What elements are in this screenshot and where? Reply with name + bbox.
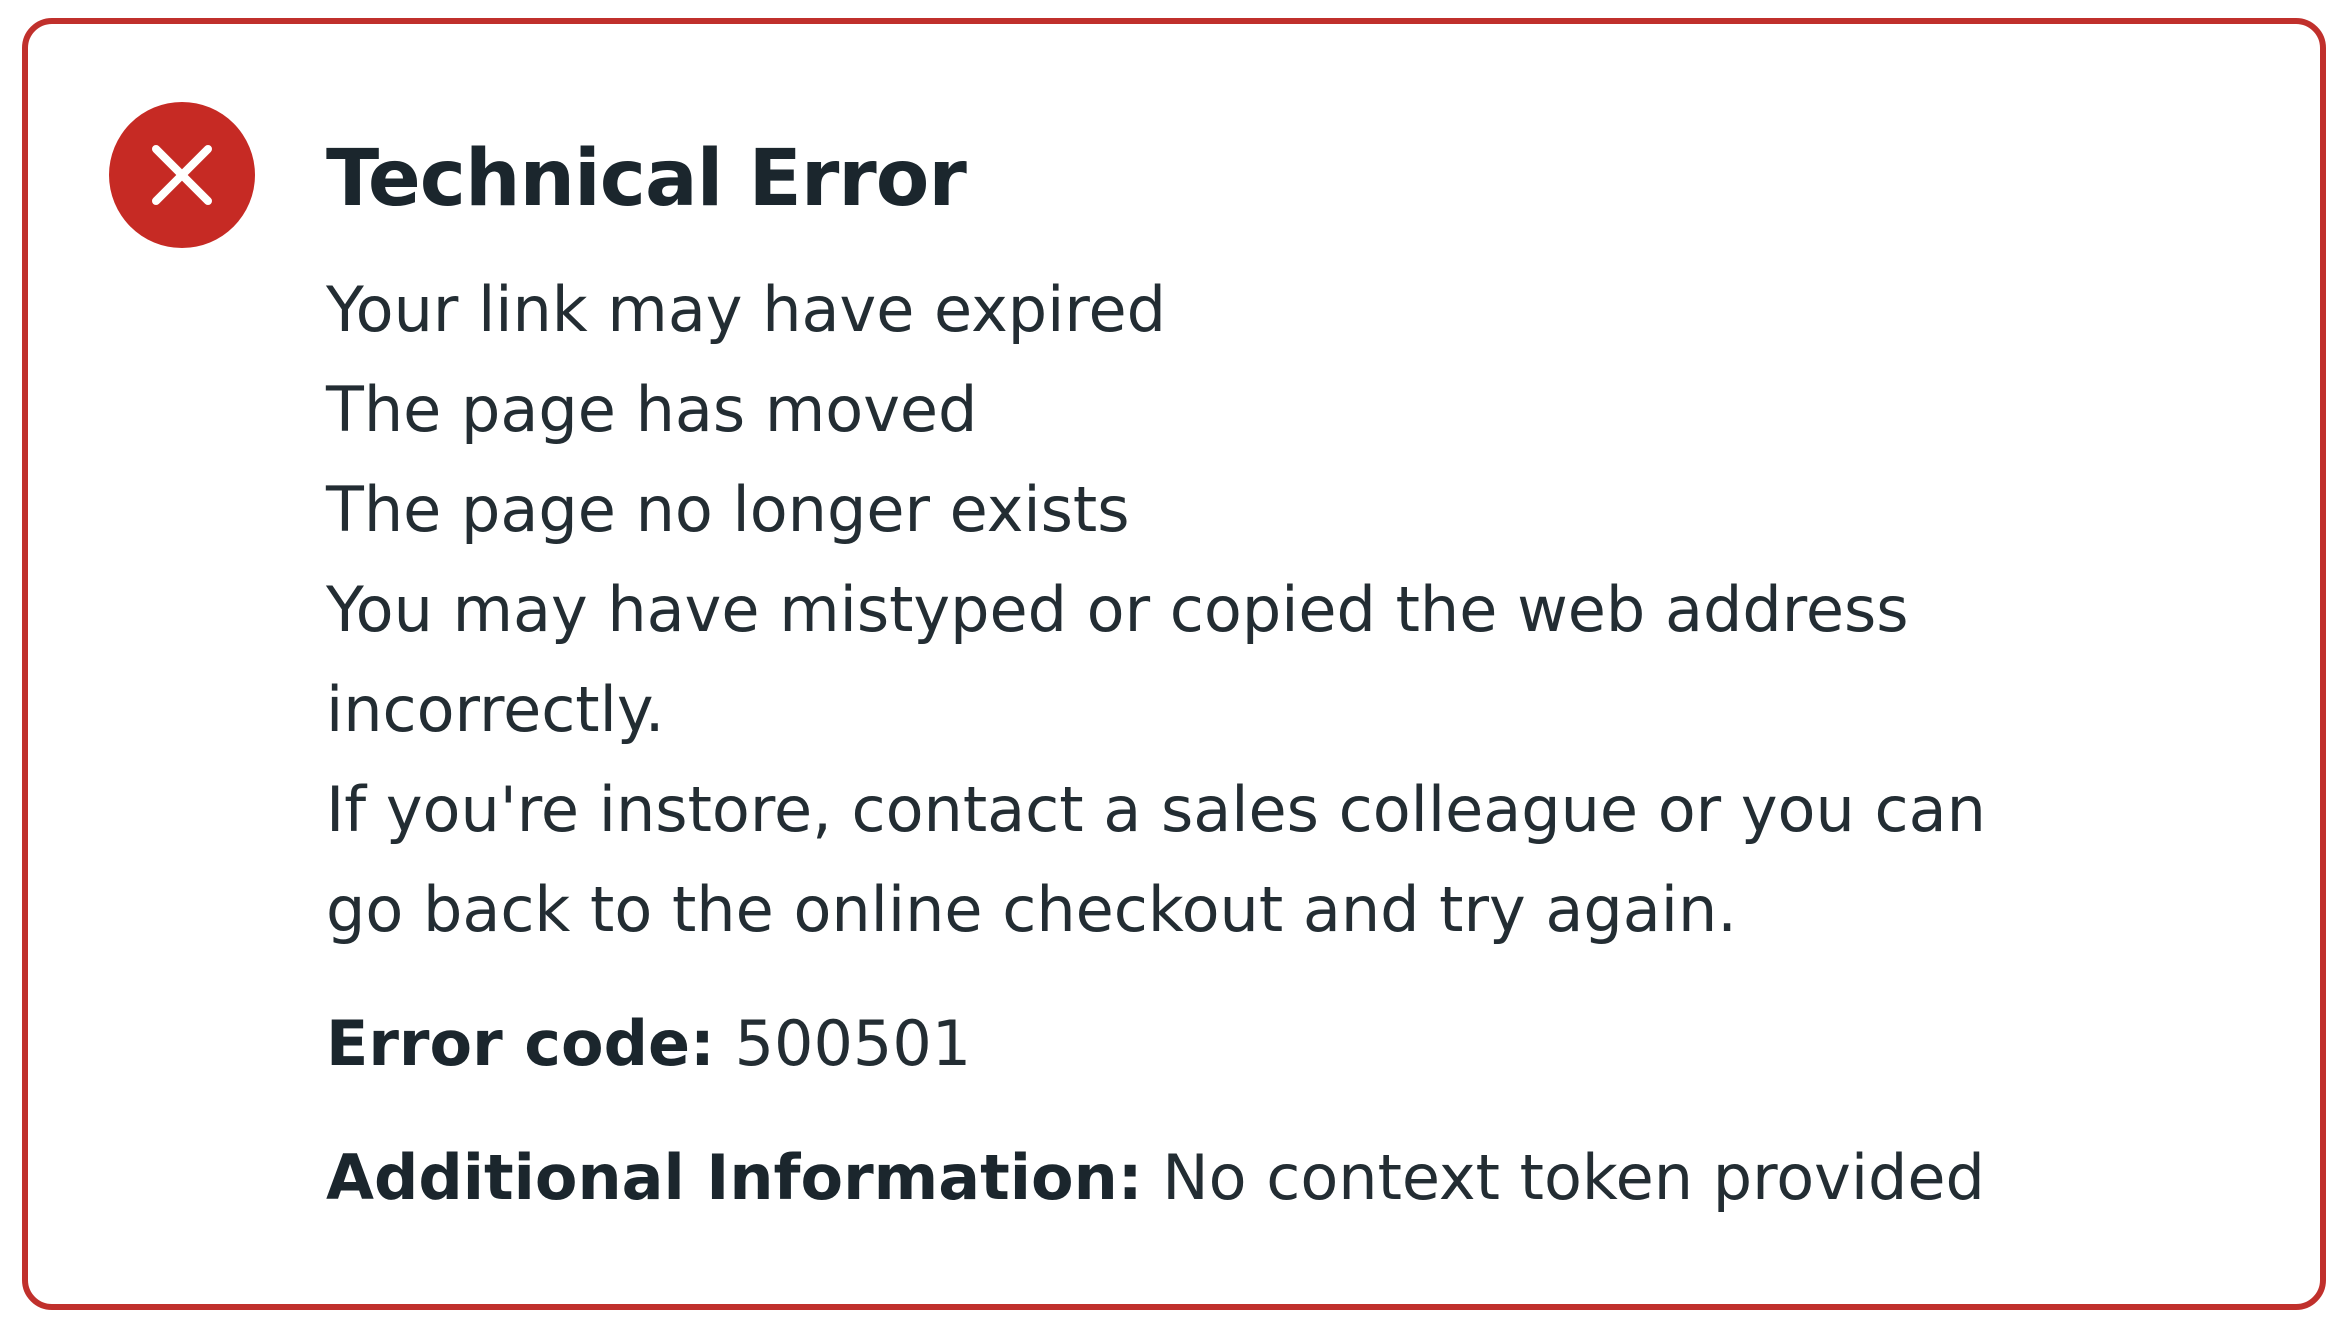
error-code-row: Error code: 500501	[326, 994, 2246, 1094]
reason-item: The page has moved	[326, 373, 978, 446]
error-code-value: 500501	[734, 1007, 972, 1080]
reason-item: If you're instore, contact a sales colle…	[326, 773, 1986, 946]
reason-item: Your link may have expired	[326, 273, 1166, 346]
reason-item: You may have mistyped or copied the web …	[326, 573, 1909, 746]
error-reasons-list: Your link may have expired The page has …	[326, 260, 2246, 960]
additional-info-label: Additional Information:	[326, 1141, 1143, 1214]
additional-info-value: No context token provided	[1162, 1141, 1985, 1214]
alert-content: Technical Error Your link may have expir…	[326, 104, 2246, 1228]
error-code-label: Error code:	[326, 1007, 715, 1080]
reason-item: The page no longer exists	[326, 473, 1130, 546]
error-alert-card: Technical Error Your link may have expir…	[22, 18, 2326, 1310]
alert-title: Technical Error	[326, 134, 967, 224]
additional-info-row: Additional Information: No context token…	[326, 1128, 2246, 1228]
close-circle-icon	[109, 102, 255, 248]
